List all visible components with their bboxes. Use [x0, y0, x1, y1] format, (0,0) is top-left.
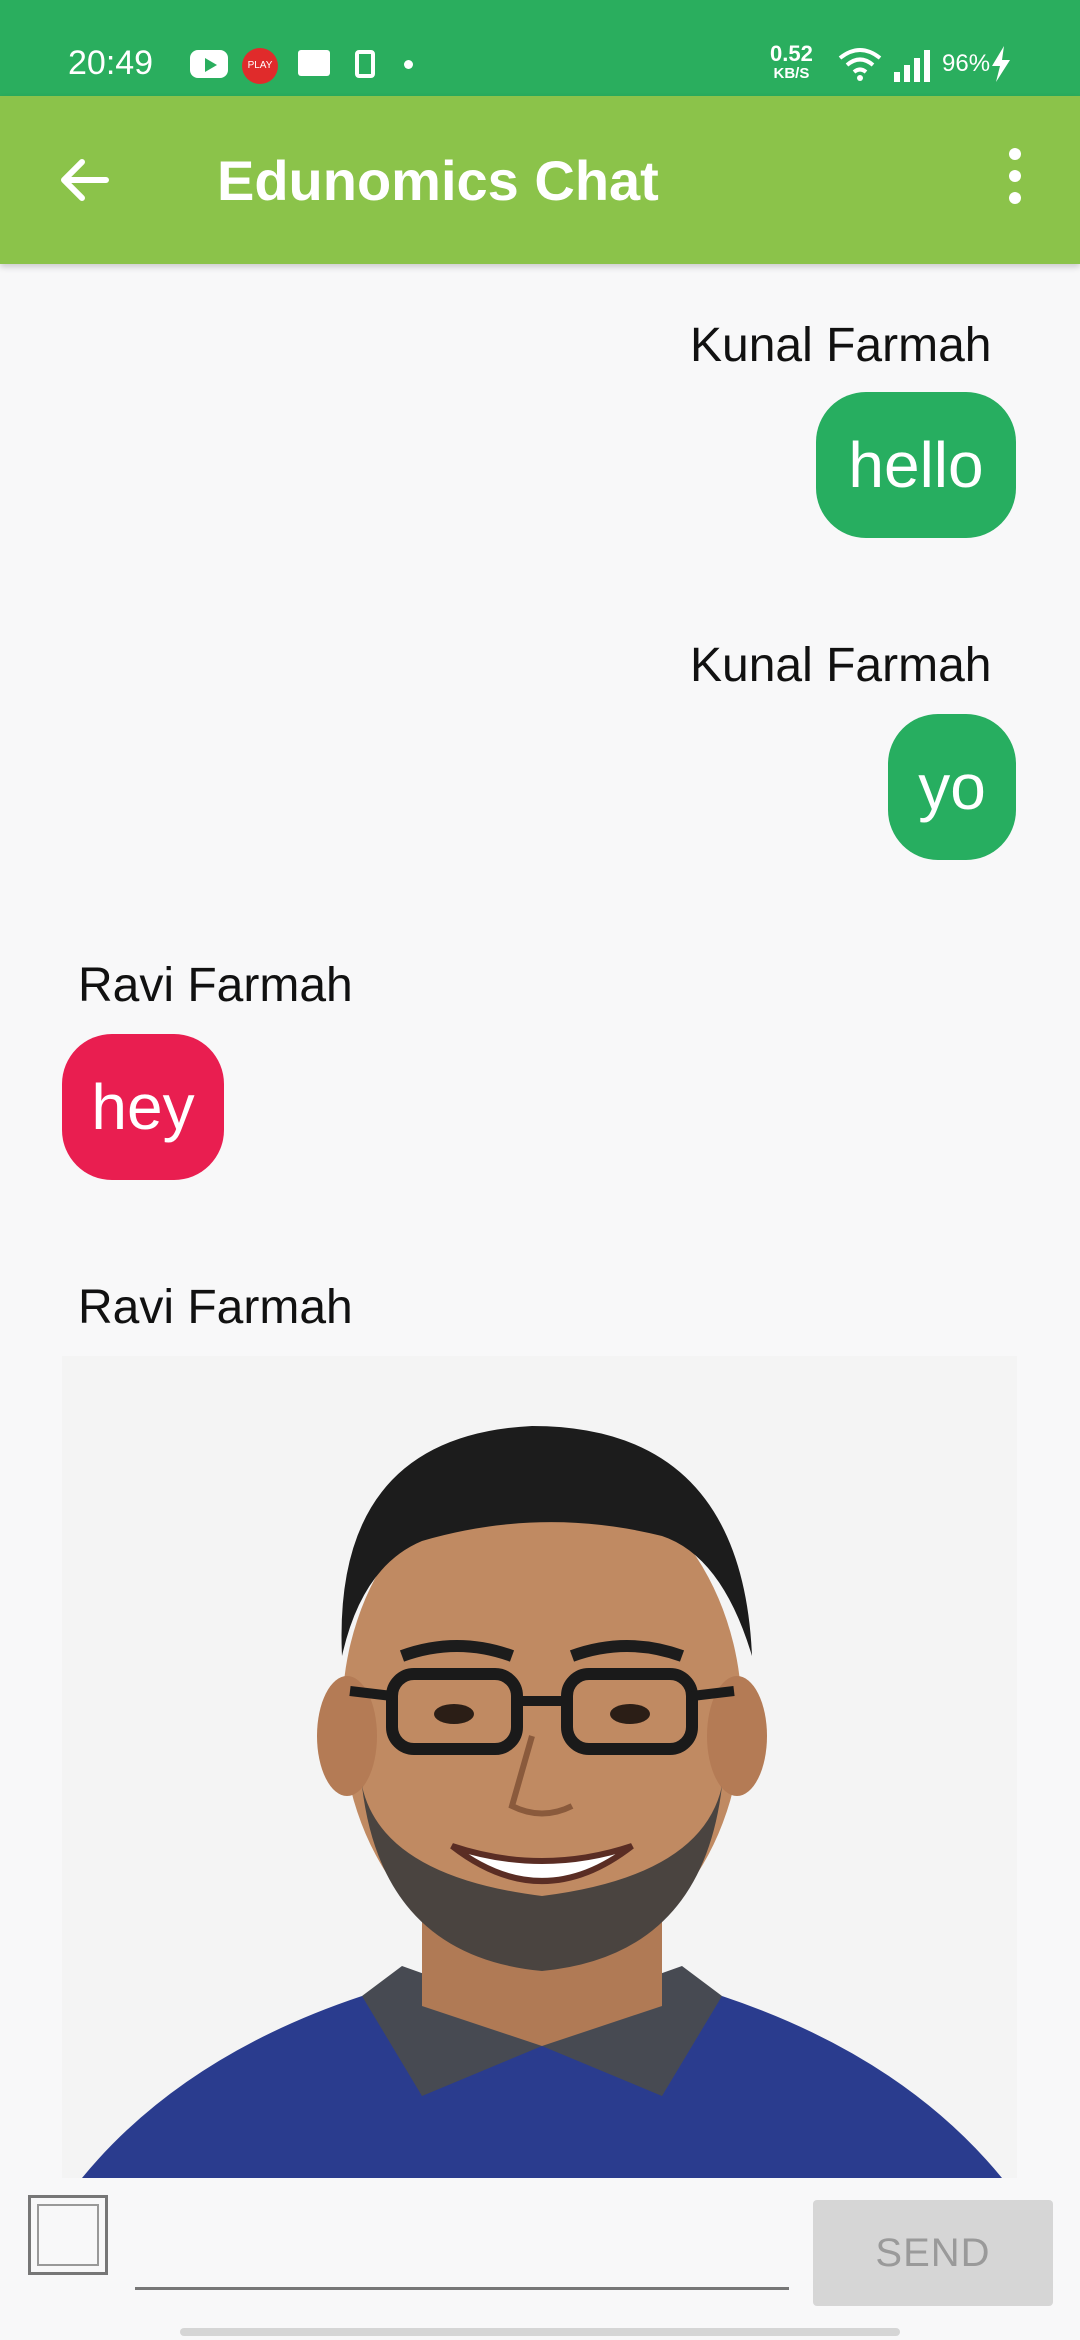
play-badge-icon: PLAY	[242, 48, 278, 84]
charging-bolt-icon	[992, 46, 1010, 82]
send-button[interactable]: SEND	[813, 2200, 1053, 2306]
youtube-icon	[190, 50, 228, 78]
wifi-icon	[838, 48, 882, 81]
battery-level: 96%	[942, 50, 991, 77]
message-sender: Ravi Farmah	[78, 1281, 353, 1334]
network-speed: 0.52 KB/S	[770, 41, 813, 84]
back-arrow-icon[interactable]	[48, 144, 120, 216]
image-attach-icon[interactable]	[28, 2195, 108, 2275]
page-title: Edunomics Chat	[217, 149, 659, 212]
network-speed-value: 0.52	[770, 41, 813, 66]
outgoing-message-bubble[interactable]: hello	[816, 392, 1016, 538]
signal-icon	[894, 50, 930, 82]
message-sender: Kunal Farmah	[690, 639, 992, 692]
message-input[interactable]	[135, 2200, 789, 2290]
incoming-message-bubble[interactable]: hey	[62, 1034, 224, 1180]
status-bar: 20:49 PLAY 0.52 KB/S 96%	[0, 0, 1080, 96]
shared-photo[interactable]	[62, 1356, 1017, 2178]
mail-icon	[298, 50, 330, 76]
status-time: 20:49	[68, 44, 154, 82]
gesture-nav-bar	[180, 2328, 900, 2336]
app-bar: Edunomics Chat	[0, 96, 1080, 264]
outgoing-message-bubble[interactable]: yo	[888, 714, 1016, 860]
message-sender: Kunal Farmah	[690, 319, 992, 372]
portrait-image	[62, 1356, 1017, 2178]
phone-icon	[355, 50, 375, 78]
overflow-menu-icon[interactable]	[1000, 148, 1030, 212]
notification-dot-icon	[404, 60, 413, 69]
network-speed-unit: KB/S	[773, 65, 810, 82]
message-sender: Ravi Farmah	[78, 959, 353, 1012]
